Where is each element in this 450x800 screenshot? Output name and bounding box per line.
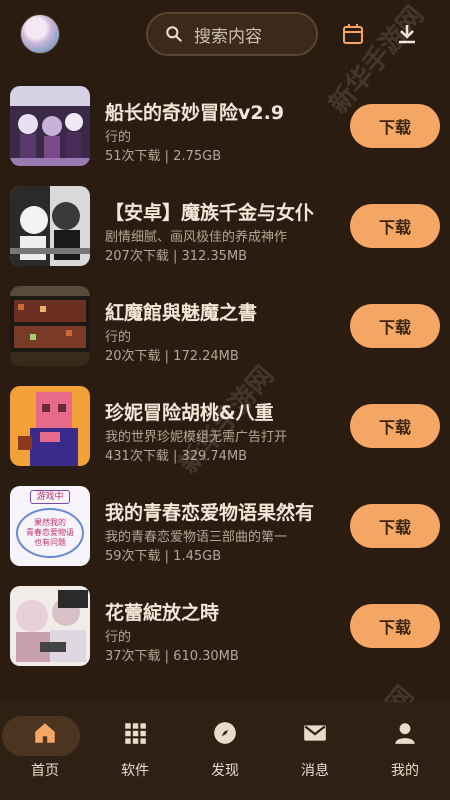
list-item[interactable]: 【安卓】魔族千金与女仆 剧情细腻、画风极佳的养成神作 207次下载 | 312.… bbox=[0, 180, 450, 280]
game-title[interactable]: 花蕾綻放之時 bbox=[105, 598, 333, 625]
nav-software[interactable]: 软件 bbox=[90, 702, 180, 800]
game-description: 行的 bbox=[105, 330, 132, 345]
nav-label: 消息 bbox=[301, 763, 329, 779]
list-item[interactable]: 船长的奇妙冒险v2.9 行的 51次下载 | 2.75GB 下载 bbox=[0, 80, 450, 180]
search-bar[interactable]: 搜索内容 bbox=[146, 12, 318, 56]
download-button[interactable]: 下载 bbox=[350, 304, 440, 348]
compass-icon bbox=[214, 722, 236, 744]
download-button[interactable]: 下载 bbox=[350, 104, 440, 148]
download-icon[interactable] bbox=[395, 22, 419, 46]
nav-discover[interactable]: 发现 bbox=[180, 702, 270, 800]
list-item[interactable]: 花蕾綻放之時 行的 37次下载 | 610.30MB 下载 bbox=[0, 580, 450, 680]
game-list: 船长的奇妙冒险v2.9 行的 51次下载 | 2.75GB 下载 【安卓】魔族千… bbox=[0, 80, 450, 680]
game-title[interactable]: 珍妮冒险胡桃&八重 bbox=[105, 398, 333, 425]
game-meta: 37次下载 | 610.30MB bbox=[105, 649, 239, 664]
list-item[interactable]: 珍妮冒险胡桃&八重 我的世界珍妮模组无需广告打开 431次下载 | 329.74… bbox=[0, 380, 450, 480]
game-thumbnail[interactable] bbox=[10, 186, 90, 266]
game-thumbnail[interactable] bbox=[10, 586, 90, 666]
grid-icon bbox=[125, 723, 146, 744]
game-description: 我的青春恋爱物语三部曲的第一 bbox=[105, 530, 288, 545]
thumbnail-line: 果然我的 bbox=[34, 518, 66, 527]
bottom-nav: 首页 软件 发现 消息 我的 bbox=[0, 702, 450, 800]
nav-home[interactable]: 首页 bbox=[0, 702, 90, 800]
game-description: 行的 bbox=[105, 630, 132, 645]
game-thumbnail[interactable] bbox=[10, 286, 90, 366]
nav-label: 发现 bbox=[211, 763, 239, 779]
search-placeholder: 搜索内容 bbox=[194, 26, 262, 47]
nav-profile[interactable]: 我的 bbox=[360, 702, 450, 800]
game-title[interactable]: 紅魔館與魅魔之書 bbox=[105, 298, 333, 325]
thumbnail-line: 青春恋爱物语 bbox=[26, 528, 74, 537]
game-meta: 431次下载 | 329.74MB bbox=[105, 449, 248, 464]
nav-label: 首页 bbox=[31, 763, 59, 779]
top-bar: 搜索内容 bbox=[0, 0, 450, 70]
game-meta: 207次下载 | 312.35MB bbox=[105, 249, 248, 264]
game-thumbnail[interactable] bbox=[10, 86, 90, 166]
game-meta: 51次下载 | 2.75GB bbox=[105, 149, 222, 164]
download-button[interactable]: 下载 bbox=[350, 404, 440, 448]
list-item[interactable]: 紅魔館與魅魔之書 行的 20次下载 | 172.24MB 下载 bbox=[0, 280, 450, 380]
game-meta: 20次下载 | 172.24MB bbox=[105, 349, 239, 364]
download-button[interactable]: 下载 bbox=[350, 204, 440, 248]
calendar-icon[interactable] bbox=[341, 22, 365, 46]
game-thumbnail[interactable]: 游戏中 果然我的 青春恋爱物语 也有问题 bbox=[10, 486, 90, 566]
mail-icon bbox=[304, 725, 326, 741]
download-button[interactable]: 下载 bbox=[350, 504, 440, 548]
game-title[interactable]: 船长的奇妙冒险v2.9 bbox=[105, 98, 333, 125]
game-description: 我的世界珍妮模组无需广告打开 bbox=[105, 430, 288, 445]
game-description: 行的 bbox=[105, 130, 132, 145]
avatar[interactable] bbox=[20, 14, 60, 54]
game-title[interactable]: 【安卓】魔族千金与女仆 bbox=[105, 198, 333, 225]
user-icon bbox=[395, 723, 415, 744]
game-description: 剧情细腻、画风极佳的养成神作 bbox=[105, 230, 288, 245]
game-meta: 59次下载 | 1.45GB bbox=[105, 549, 222, 564]
game-title[interactable]: 我的青春恋爱物语果然有 bbox=[105, 498, 333, 525]
nav-messages[interactable]: 消息 bbox=[270, 702, 360, 800]
nav-label: 我的 bbox=[391, 763, 419, 779]
download-button[interactable]: 下载 bbox=[350, 604, 440, 648]
thumbnail-tag: 游戏中 bbox=[30, 490, 70, 504]
thumbnail-line: 也有问题 bbox=[34, 538, 66, 547]
home-icon bbox=[35, 723, 55, 743]
list-item[interactable]: 游戏中 果然我的 青春恋爱物语 也有问题 我的青春恋爱物语果然有 我的青春恋爱物… bbox=[0, 480, 450, 580]
nav-label: 软件 bbox=[121, 763, 149, 779]
game-thumbnail[interactable] bbox=[10, 386, 90, 466]
search-icon bbox=[166, 26, 182, 42]
